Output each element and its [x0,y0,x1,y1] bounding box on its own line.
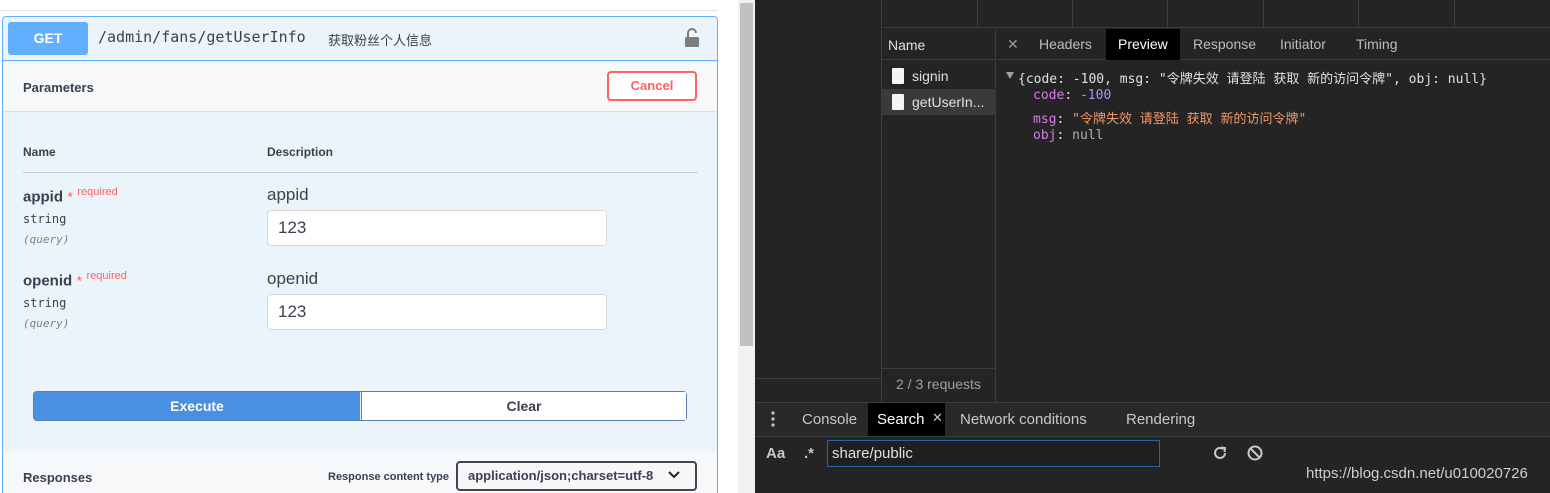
refresh-icon[interactable] [1211,444,1229,462]
divider [882,368,996,369]
close-icon[interactable]: ✕ [932,410,943,426]
waterfall-area [755,0,882,402]
json-row-msg: msg: "令牌失效 请登陆 获取 新的访问令牌" [1033,112,1307,127]
match-case-toggle[interactable]: Aa [766,445,785,462]
responses-title: Responses [23,470,93,485]
operation-path: /admin/fans/getUserInfo [98,28,306,46]
divider [23,172,698,173]
json-row-obj: obj: null [1033,128,1104,143]
close-icon[interactable]: ✕ [1007,36,1019,53]
divider [0,10,718,11]
required-label: required [77,186,118,198]
drawer-tab-console[interactable]: Console [793,403,866,436]
request-name: signin [912,68,949,84]
cancel-button[interactable]: Cancel [607,71,697,101]
param-name: appid [23,188,63,206]
name-column-header[interactable]: Name [888,37,925,53]
chevron-down-icon [668,471,680,479]
drawer-tab-rendering[interactable]: Rendering [1117,403,1204,436]
required-label: required [86,270,127,282]
timeline-gridline [1358,0,1359,28]
json-row-code: code: -100 [1033,88,1112,103]
clear-button[interactable]: Clear [361,392,686,420]
json-value: -100 [1079,88,1112,103]
param-description: appid [267,185,309,204]
timeline-gridline [1454,0,1455,28]
tab-response[interactable]: Response [1181,29,1268,60]
unlock-icon[interactable] [684,28,700,48]
execute-button[interactable]: Execute [34,392,360,420]
watermark: https://blog.csdn.net/u010020726 [1306,465,1528,482]
scrollbar-thumb[interactable] [740,3,753,346]
required-star: * [67,188,73,205]
method-badge: GET [8,22,88,55]
param-name-cell: appid * required [23,186,118,206]
required-star: * [76,272,83,289]
param-location: (query) [23,233,70,246]
more-options-icon[interactable] [771,410,775,428]
tab-preview[interactable]: Preview [1106,29,1180,60]
json-value: null [1072,128,1104,143]
timeline-gridline [1167,0,1168,28]
divider [755,378,882,379]
json-key: msg [1033,112,1057,127]
tab-initiator[interactable]: Initiator [1268,29,1338,60]
expand-triangle-icon[interactable] [1006,72,1014,79]
operation-summary-text: 获取粉丝个人信息 [328,34,433,49]
tab-timing[interactable]: Timing [1344,29,1410,60]
response-content-type-label: Response content type [328,471,450,483]
clear-search-icon[interactable] [1246,444,1264,462]
timeline-gridline [977,0,978,28]
appid-input[interactable] [267,210,607,246]
column-header-name: Name [23,145,56,159]
file-icon [892,94,904,110]
json-value: "令牌失效 请登陆 获取 新的访问令牌" [1072,112,1307,127]
json-summary: {code: -100, msg: "令牌失效 请登陆 获取 新的访问令牌", … [1018,72,1487,87]
param-location: (query) [23,317,70,330]
request-row-getuserinfo[interactable]: getUserIn... [882,89,996,115]
tab-headers[interactable]: Headers [1027,29,1104,60]
param-name-cell: openid * required [23,270,127,290]
request-count: 2 / 3 requests [896,376,981,392]
param-type: string [23,212,67,226]
param-description: openid [267,269,319,288]
param-name: openid [23,272,73,290]
column-header-description: Description [267,145,334,159]
regex-toggle[interactable]: .* [804,445,814,462]
response-content-type-select[interactable]: application/json;charset=utf-8 [456,461,697,491]
drawer-tab-network-conditions[interactable]: Network conditions [951,403,1096,436]
request-row-signin[interactable]: signin [882,63,996,89]
json-key: code [1033,88,1065,103]
openid-input[interactable] [267,294,607,330]
timeline-strip [883,0,1550,28]
json-key: obj [1033,128,1057,143]
parameters-title: Parameters [23,80,94,95]
param-type: string [23,296,67,310]
request-name: getUserIn... [912,94,985,110]
file-icon [892,68,904,84]
search-input[interactable] [827,440,1160,467]
timeline-gridline [1072,0,1073,28]
timeline-gridline [1263,0,1264,28]
